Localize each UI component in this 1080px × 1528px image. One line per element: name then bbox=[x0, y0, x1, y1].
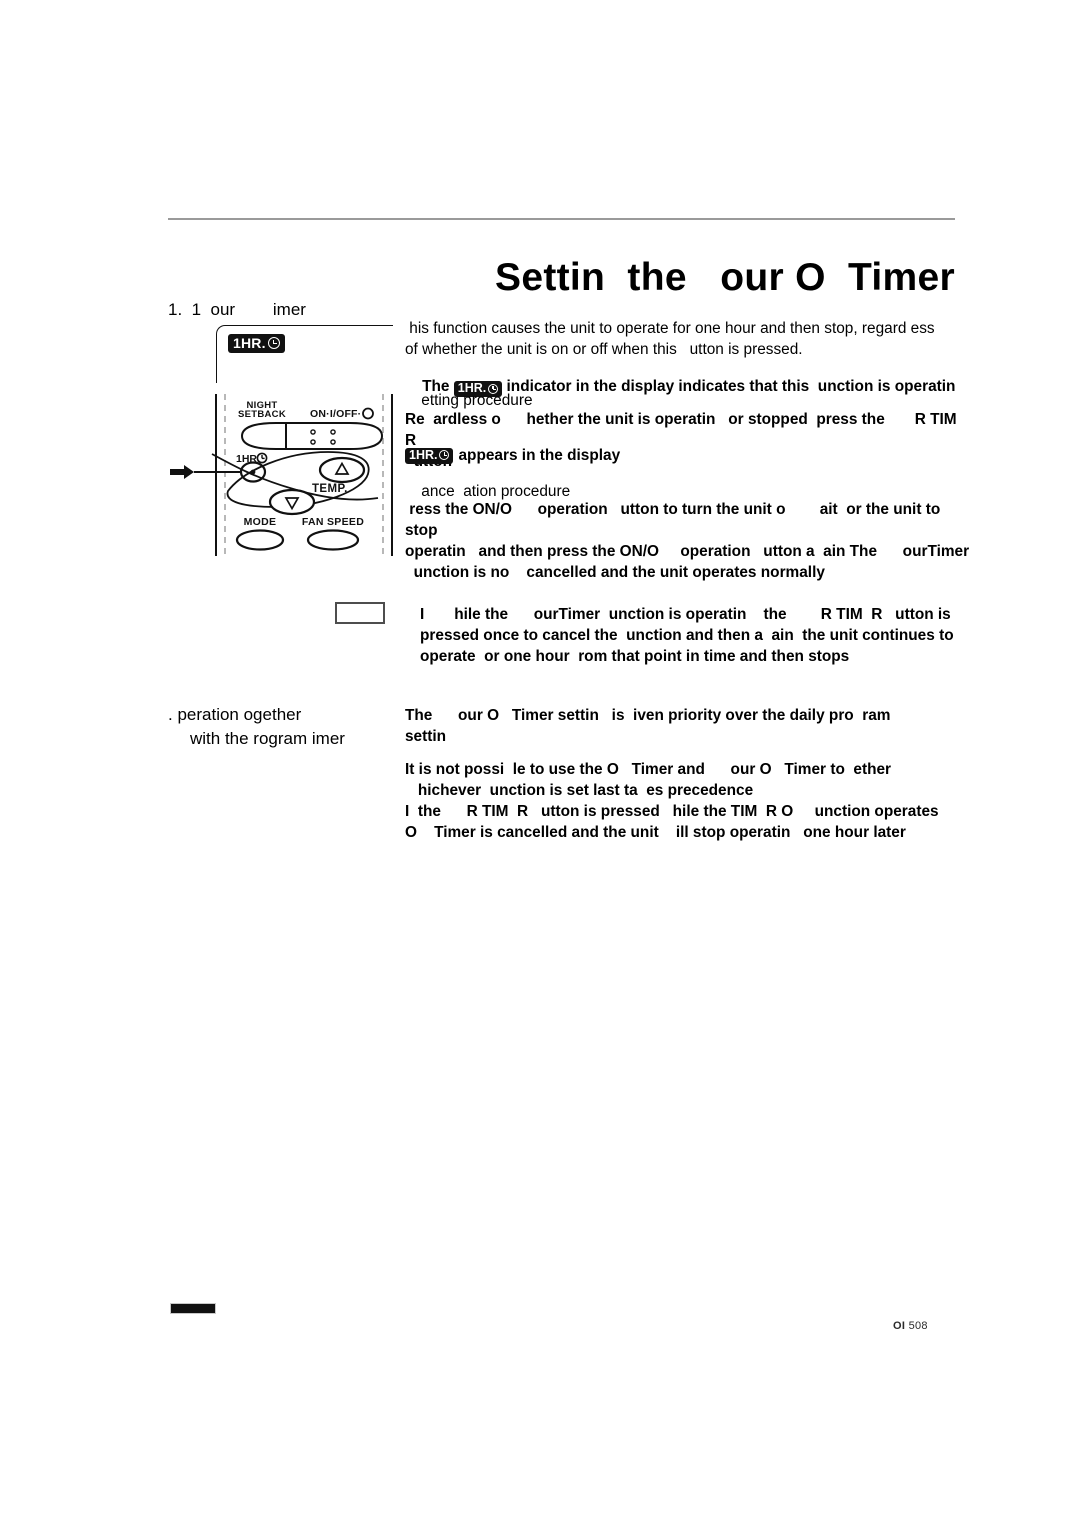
clock-icon bbox=[267, 337, 280, 349]
setting-procedure-display-line: 1HR. appears in the display bbox=[405, 445, 970, 466]
svg-text:SETBACK: SETBACK bbox=[238, 409, 286, 420]
clock-icon bbox=[439, 450, 450, 460]
svg-text:MODE: MODE bbox=[244, 516, 277, 528]
note-label-box bbox=[335, 602, 385, 624]
setting-display-text: appears in the display bbox=[458, 447, 621, 464]
section-2-heading-line-2: with the rogram imer bbox=[190, 729, 345, 748]
page-title: Settin the our O Timer bbox=[495, 256, 955, 300]
intro-paragraph: his function causes the unit to operate … bbox=[405, 320, 935, 358]
cancellation-procedure-body: ress the ON/O operation utton to turn th… bbox=[405, 501, 970, 581]
footer-code-prefix: OI bbox=[893, 1320, 906, 1332]
section-2-body-2: It is not possi le to use the O Timer an… bbox=[405, 761, 939, 841]
display-badge-1hr: 1HR. bbox=[228, 334, 285, 353]
svg-text:TEMP.: TEMP. bbox=[312, 483, 348, 495]
display-badge-1hr-inline-2: 1HR. bbox=[405, 447, 454, 464]
section-2-body-1: The our O Timer settin is iven priority … bbox=[405, 707, 891, 745]
svg-text:FAN SPEED: FAN SPEED bbox=[302, 516, 364, 528]
svg-text:ON·I/OFF·: ON·I/OFF· bbox=[310, 408, 361, 420]
display-badge-label: 1HR. bbox=[233, 335, 266, 351]
section-2-heading-line-1: . peration ogether bbox=[168, 705, 302, 724]
document-page: Settin the our O Timer 1. 1 our imer 1HR… bbox=[0, 0, 1080, 1528]
section-1-heading: 1. 1 our imer bbox=[168, 300, 306, 319]
note-paragraph: I hile the ourTimer unction is operatin … bbox=[420, 606, 954, 665]
page-marker-bar bbox=[170, 1303, 216, 1314]
footer-code-number: 508 bbox=[908, 1320, 928, 1332]
remote-control-illustration: NIGHT SETBACK ON·I/OFF· 1HR. TEMP. MODE … bbox=[200, 392, 408, 558]
header-divider bbox=[168, 218, 955, 220]
footer-code: OI 508 bbox=[893, 1320, 928, 1332]
section-2-heading: . peration ogether with the rogram imer bbox=[168, 703, 408, 751]
display-badge-inline-label-2: 1HR. bbox=[409, 447, 438, 462]
setting-procedure-label: etting procedure bbox=[417, 392, 533, 409]
